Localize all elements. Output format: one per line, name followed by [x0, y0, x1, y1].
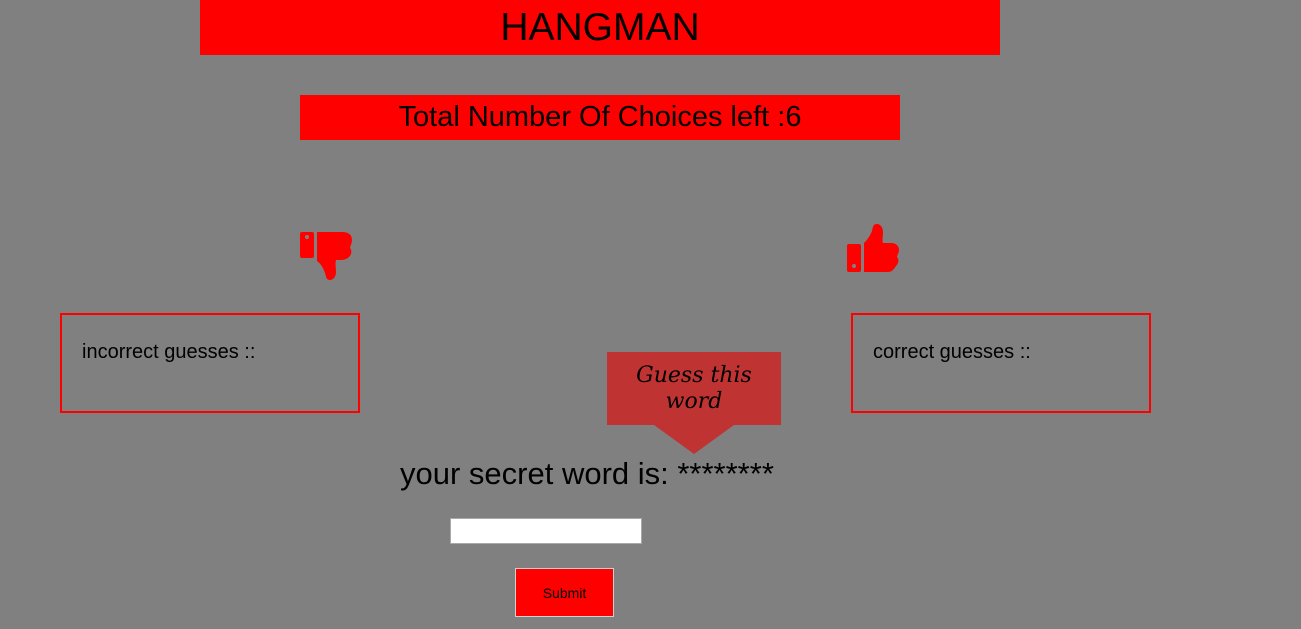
secret-word-display: your secret word is: ********: [400, 456, 774, 491]
thumbs-down-icon: [300, 232, 352, 280]
guess-input[interactable]: [450, 518, 642, 544]
speech-bubble-tail: [654, 425, 734, 454]
correct-guesses-label: correct guesses ::: [873, 341, 1031, 363]
hint-text: Guess this word: [636, 362, 752, 414]
correct-guesses-panel: correct guesses ::: [851, 313, 1151, 413]
title-banner: HANGMAN: [200, 0, 1000, 55]
choices-left-banner: Total Number Of Choices left :6: [300, 95, 900, 140]
submit-button[interactable]: Submit: [515, 568, 614, 617]
incorrect-guesses-panel: incorrect guesses ::: [60, 313, 360, 413]
hint-speech-bubble: Guess this word: [607, 352, 781, 425]
page-title: HANGMAN: [500, 5, 700, 49]
incorrect-guesses-label: incorrect guesses ::: [82, 341, 256, 363]
thumbs-up-icon: [847, 224, 899, 272]
